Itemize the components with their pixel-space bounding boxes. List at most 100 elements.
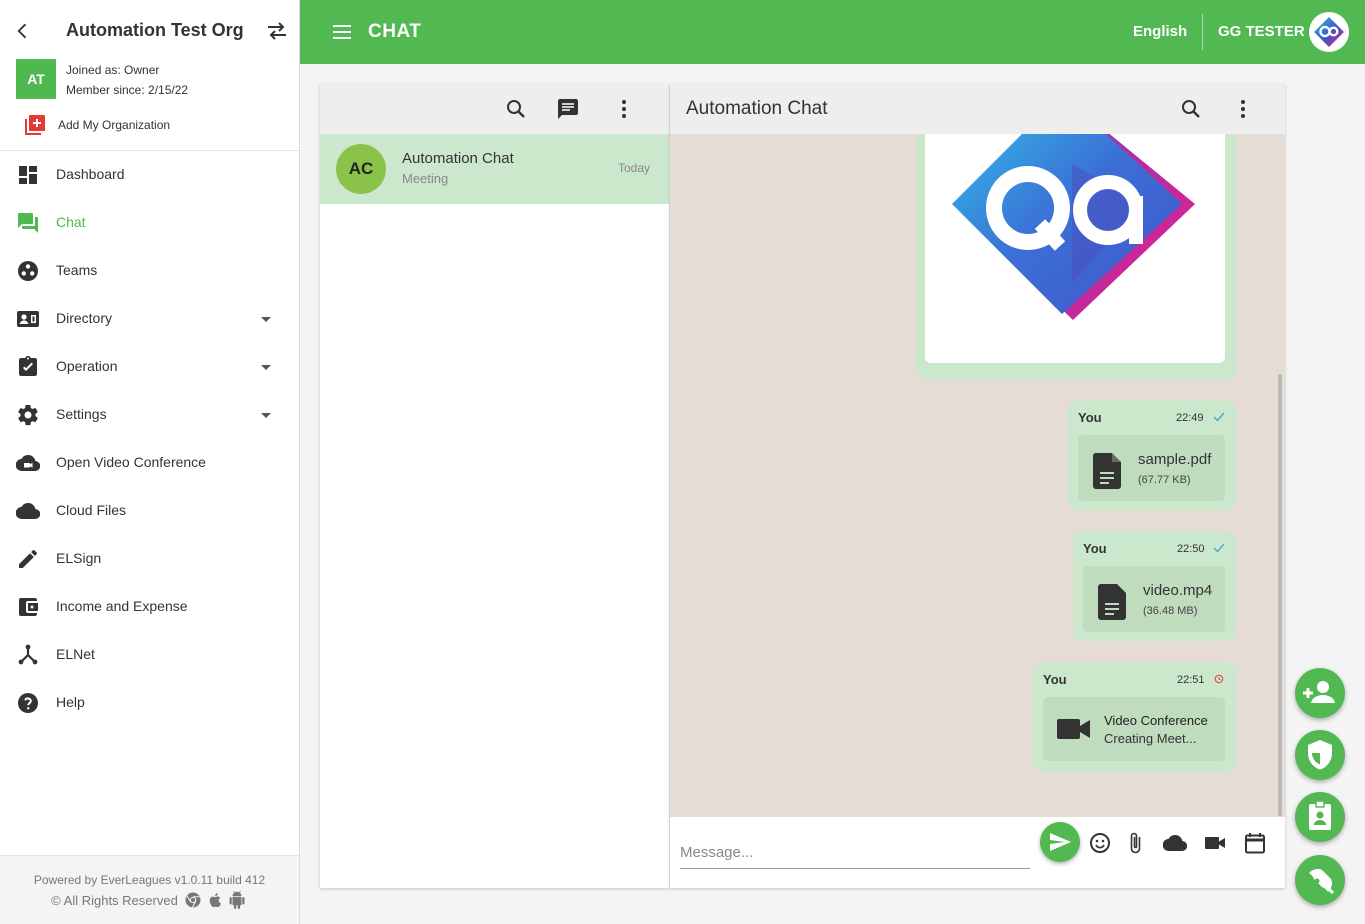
- video-conference-message[interactable]: You 22:51 Video Conference Creating Meet…: [1033, 662, 1236, 772]
- message-time: 22:51: [1177, 674, 1205, 686]
- chat-list-header: [320, 84, 669, 134]
- chrome-icon[interactable]: [184, 891, 202, 909]
- message-time: 22:50: [1177, 543, 1205, 555]
- sidebar-item-settings[interactable]: Settings: [0, 391, 299, 439]
- video-cloud-icon: [16, 451, 40, 475]
- sidebar-item-chat[interactable]: Chat: [0, 199, 299, 247]
- chevron-down-icon[interactable]: [258, 361, 274, 373]
- wallet-icon: [16, 595, 40, 619]
- chat-subtitle: Meeting: [402, 171, 449, 186]
- sidebar-item-label: Income and Expense: [56, 598, 188, 614]
- shield-icon: [1308, 740, 1332, 770]
- add-box-icon: [24, 114, 46, 136]
- search-icon[interactable]: [504, 97, 528, 121]
- org-name: Automation Test Org: [66, 20, 244, 40]
- help-icon: [16, 691, 40, 715]
- user-avatar[interactable]: [1309, 12, 1349, 52]
- chat-list-panel: AC Automation Chat Meeting Today: [320, 84, 669, 888]
- scrollbar[interactable]: [1278, 374, 1282, 816]
- more-vert-icon[interactable]: [1231, 97, 1255, 121]
- org-header: Automation Test Org AT Joined as: Owner …: [0, 0, 299, 151]
- message-area[interactable]: You 22:49 sample.pdf (67.77 KB) You 22:5…: [670, 134, 1285, 817]
- sidebar-nav: Dashboard Chat Teams Directory Operation…: [0, 151, 299, 727]
- apple-icon[interactable]: [206, 891, 224, 909]
- message-sender: You: [1078, 410, 1102, 425]
- chevron-down-icon[interactable]: [258, 313, 274, 325]
- file-message[interactable]: You 22:50 video.mp4 (36.48 MB): [1073, 531, 1236, 641]
- sidebar-item-label: Teams: [56, 262, 98, 278]
- rocket-icon: [1309, 869, 1335, 895]
- send-button[interactable]: [1040, 822, 1080, 862]
- sidebar-item-label: Dashboard: [56, 166, 125, 182]
- conversation-header: Automation Chat: [670, 84, 1285, 134]
- file-attachment[interactable]: sample.pdf (67.77 KB): [1078, 435, 1225, 501]
- rights-row: © All Rights Reserved: [0, 891, 299, 909]
- sidebar-item-open-video-conference[interactable]: Open Video Conference: [0, 439, 299, 487]
- shield-button[interactable]: [1295, 730, 1345, 780]
- gear-icon: [16, 403, 40, 427]
- powered-by-text: Powered by EverLeagues v1.0.11 build 412: [33, 873, 266, 887]
- emoji-icon[interactable]: [1088, 831, 1112, 855]
- sidebar-item-label: Chat: [56, 214, 86, 230]
- add-person-button[interactable]: [1295, 668, 1345, 718]
- clipboard-badge-button[interactable]: [1295, 792, 1345, 842]
- switch-org-icon[interactable]: [266, 21, 288, 41]
- sidebar-item-directory[interactable]: Directory: [0, 295, 299, 343]
- android-icon[interactable]: [228, 891, 246, 909]
- sidebar-item-teams[interactable]: Teams: [0, 247, 299, 295]
- divider: [1202, 14, 1203, 50]
- file-icon: [1098, 584, 1128, 620]
- add-organization-label: Add My Organization: [58, 118, 171, 132]
- rocket-button[interactable]: [1295, 855, 1345, 905]
- video-conference-title: Video Conference: [1104, 713, 1208, 728]
- check-icon: [1213, 412, 1225, 422]
- contact-card-icon: [16, 307, 40, 331]
- sidebar-item-label: Operation: [56, 358, 118, 374]
- member-since: Member since: 2/15/22: [66, 83, 189, 97]
- sidebar-item-income-and-expense[interactable]: Income and Expense: [0, 583, 299, 631]
- image-attachment[interactable]: [925, 134, 1225, 363]
- sidebar-item-elnet[interactable]: ELNet: [0, 631, 299, 679]
- qa-logo-image: [952, 134, 1198, 320]
- video-camera-icon[interactable]: [1203, 831, 1227, 855]
- language-selector[interactable]: English: [1133, 23, 1187, 40]
- attach-icon[interactable]: [1123, 831, 1147, 855]
- user-name[interactable]: GG TESTER: [1218, 23, 1305, 40]
- sidebar-item-elsign[interactable]: ELSign: [0, 535, 299, 583]
- sidebar-item-label: ELNet: [56, 646, 95, 662]
- sidebar-item-help[interactable]: Help: [0, 679, 299, 727]
- sidebar-item-label: Settings: [56, 406, 107, 422]
- conversation-panel: Automation Chat You 22:49 sample.pdf (67…: [670, 84, 1285, 888]
- org-avatar: AT: [16, 59, 56, 99]
- chat-list-item[interactable]: AC Automation Chat Meeting Today: [320, 134, 669, 204]
- calendar-icon[interactable]: [1243, 831, 1267, 855]
- add-organization-button[interactable]: Add My Organization: [24, 114, 170, 136]
- cloud-icon[interactable]: [1163, 831, 1187, 855]
- file-attachment[interactable]: video.mp4 (36.48 MB): [1083, 566, 1225, 632]
- file-message[interactable]: You 22:49 sample.pdf (67.77 KB): [1068, 400, 1236, 510]
- more-vert-icon[interactable]: [612, 97, 636, 121]
- sidebar: Automation Test Org AT Joined as: Owner …: [0, 0, 300, 924]
- search-icon[interactable]: [1179, 97, 1203, 121]
- file-size: (67.77 KB): [1138, 474, 1191, 486]
- back-arrow-icon[interactable]: [12, 20, 34, 42]
- page-title: CHAT: [368, 21, 422, 42]
- assignment-icon: [16, 355, 40, 379]
- sidebar-item-dashboard[interactable]: Dashboard: [0, 151, 299, 199]
- file-name: video.mp4: [1143, 582, 1213, 599]
- sidebar-item-cloud-files[interactable]: Cloud Files: [0, 487, 299, 535]
- message-input[interactable]: [680, 837, 1030, 869]
- sidebar-item-operation[interactable]: Operation: [0, 343, 299, 391]
- new-message-icon[interactable]: [556, 97, 580, 121]
- chat-time: Today: [618, 161, 651, 175]
- image-message[interactable]: [916, 134, 1236, 379]
- compose-bar: [670, 817, 1285, 888]
- video-conference-card[interactable]: Video Conference Creating Meet...: [1043, 697, 1225, 761]
- badge-icon: [1309, 800, 1331, 830]
- message-time: 22:49: [1176, 412, 1204, 424]
- joined-role: Joined as: Owner: [66, 63, 160, 77]
- chevron-down-icon[interactable]: [258, 409, 274, 421]
- sidebar-item-label: Help: [56, 694, 85, 710]
- menu-icon[interactable]: [332, 22, 352, 42]
- sidebar-item-label: Directory: [56, 310, 113, 326]
